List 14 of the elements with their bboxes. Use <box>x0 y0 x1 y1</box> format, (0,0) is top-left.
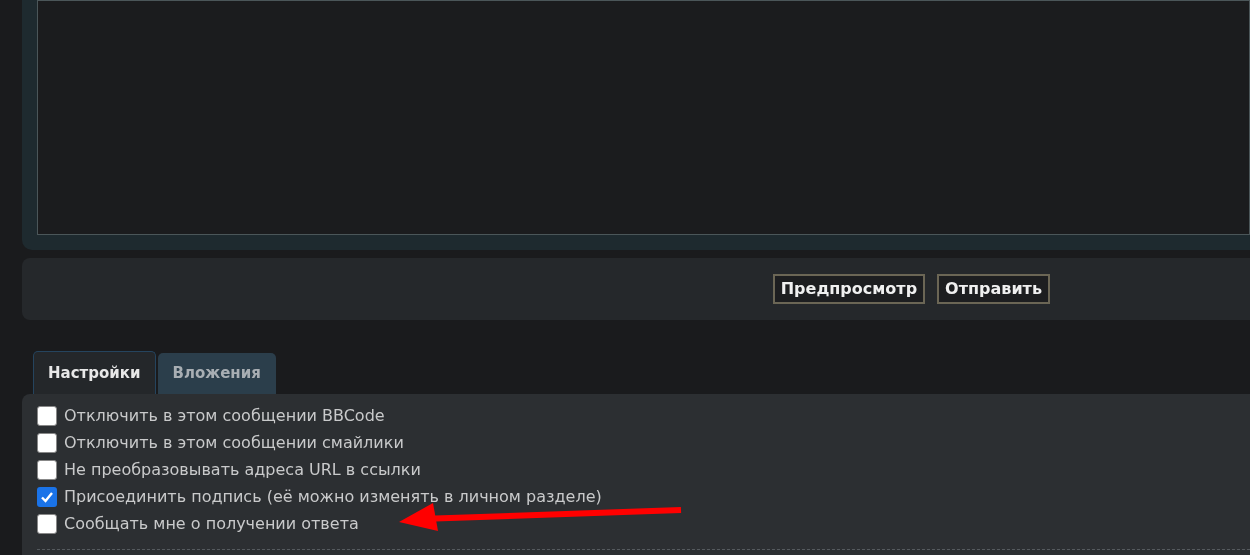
checkbox[interactable] <box>37 432 57 453</box>
option-label: Отключить в этом сообщении BBCode <box>64 404 385 427</box>
option-label: Сообщать мне о получении ответа <box>64 512 359 535</box>
checkbox[interactable] <box>37 405 57 426</box>
checkbox[interactable] <box>37 513 57 534</box>
tab[interactable]: Вложения <box>157 353 276 394</box>
preview-button[interactable]: Предпросмотр <box>772 274 926 304</box>
submit-button[interactable]: Отправить <box>937 274 1050 304</box>
checkbox[interactable] <box>37 459 57 480</box>
option-label: Отключить в этом сообщении смайлики <box>64 431 404 454</box>
option-label: Присоединить подпись (её можно изменять в личном разделе) <box>64 485 602 508</box>
option-label: Не преобразовывать адреса URL в ссылки <box>64 458 421 481</box>
checkbox[interactable] <box>37 486 57 507</box>
tab[interactable]: Настройки <box>33 351 156 394</box>
